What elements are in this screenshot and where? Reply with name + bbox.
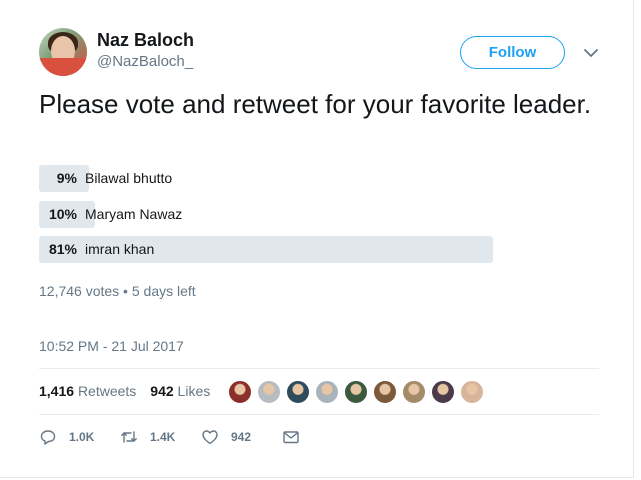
reply-count: 1.0K — [69, 430, 95, 444]
likes-stat[interactable]: 942 Likes — [150, 383, 210, 399]
poll-option-label: imran khan — [85, 241, 155, 257]
reply-icon — [40, 430, 56, 445]
chevron-down-icon[interactable] — [582, 44, 600, 62]
poll-percentage: 9% — [56, 170, 77, 186]
heart-icon — [202, 430, 218, 445]
like-action[interactable]: 942 — [201, 428, 251, 446]
liker-avatar[interactable] — [373, 380, 397, 404]
poll-meta: 12,746 votes • 5 days left — [39, 283, 196, 299]
liker-avatar[interactable] — [286, 380, 310, 404]
poll-option-label: Maryam Nawaz — [85, 206, 183, 222]
author-name[interactable]: Naz Baloch — [97, 30, 194, 51]
poll-percentage: 81% — [48, 241, 77, 257]
retweets-label: Retweets — [77, 383, 137, 399]
poll-option[interactable]: 81% imran khan — [39, 236, 499, 263]
tweet-text: Please vote and retweet for your favorit… — [39, 89, 592, 119]
liker-avatar[interactable] — [315, 380, 339, 404]
reply-action[interactable]: 1.0K — [39, 428, 94, 446]
follow-button[interactable]: Follow — [460, 36, 565, 69]
liker-avatar[interactable] — [431, 380, 455, 404]
tweet-card: Naz Baloch @NazBaloch_ Follow Please vot… — [0, 0, 634, 478]
likes-label: Likes — [177, 383, 211, 399]
author-avatar[interactable] — [39, 28, 87, 76]
author-handle[interactable]: @NazBaloch_ — [97, 53, 193, 70]
tweet-timestamp[interactable]: 10:52 PM - 21 Jul 2017 — [39, 338, 184, 354]
poll-option[interactable]: 9% Bilawal bhutto — [39, 165, 499, 192]
poll-percentage: 10% — [48, 206, 77, 222]
poll-option[interactable]: 10% Maryam Nawaz — [39, 201, 499, 228]
like-count: 942 — [231, 430, 252, 444]
avatar-scarf — [39, 58, 87, 76]
mail-icon — [283, 431, 299, 444]
liker-avatar[interactable] — [460, 380, 484, 404]
likes-count: 942 — [150, 383, 174, 399]
retweet-icon — [121, 431, 137, 443]
retweets-stat[interactable]: 1,416 Retweets — [39, 383, 136, 399]
retweet-count: 1.4K — [150, 430, 176, 444]
liker-avatar[interactable] — [402, 380, 426, 404]
poll-option-label: Bilawal bhutto — [85, 170, 173, 186]
retweets-count: 1,416 — [39, 383, 75, 399]
engagement-stats: 1,416 Retweets 942 Likes — [39, 383, 210, 399]
divider — [39, 414, 599, 415]
direct-message-action[interactable] — [282, 428, 312, 446]
liker-avatar[interactable] — [228, 380, 252, 404]
liker-avatar[interactable] — [344, 380, 368, 404]
divider — [39, 368, 599, 369]
liker-avatar[interactable] — [257, 380, 281, 404]
retweet-action[interactable]: 1.4K — [120, 428, 175, 446]
